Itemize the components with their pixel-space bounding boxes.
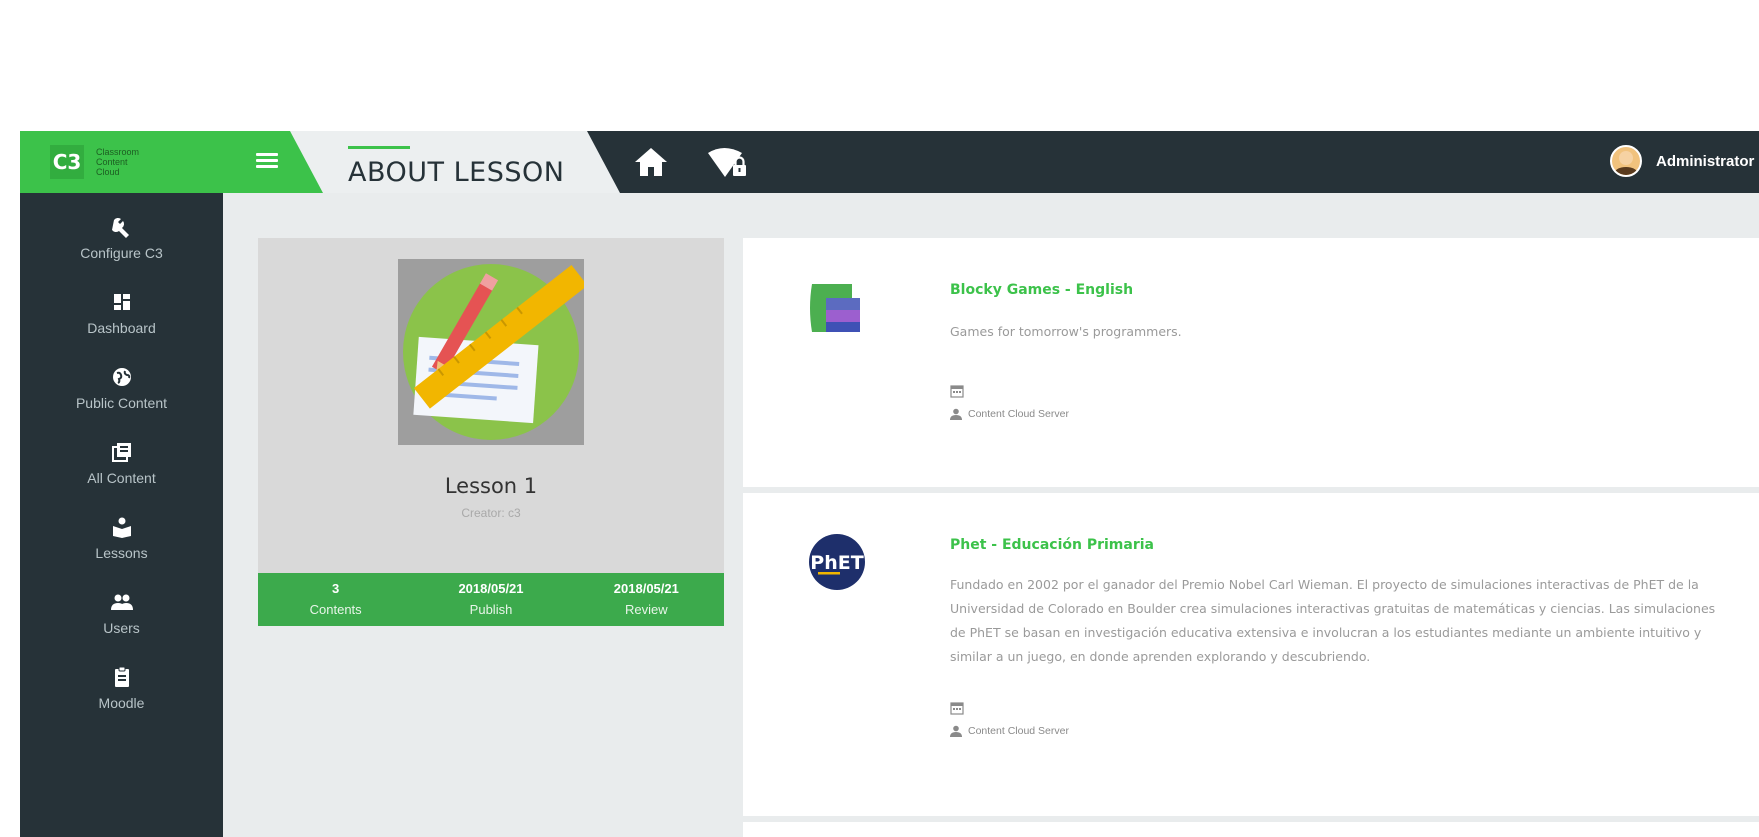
content-item[interactable] [743,822,1759,837]
content-description: Games for tomorrow's programmers. [950,324,1182,339]
stat-label: Review [625,602,668,617]
sidebar-item-public-content[interactable]: Public Content [20,365,223,411]
dashboard-icon [113,294,130,310]
content-description: Fundado en 2002 por el ganador del Premi… [950,577,1716,664]
page-title: ABOUT LESSON [348,157,565,188]
lesson-title: Lesson 1 [444,474,538,498]
wifi-lock-icon[interactable] [706,145,750,179]
stat-contents: 3 Contents [258,573,413,626]
stat-value: 2018/05/21 [458,581,524,596]
content-item[interactable]: PhET Phet - Educación Primaria Fundado e… [743,493,1759,816]
sidebar: Configure C3 Dashboard Public Content Al… [20,193,223,837]
wrench-icon [111,218,129,238]
content-title[interactable]: Blocky Games - English [950,282,1133,298]
home-icon[interactable] [634,147,668,177]
sidebar-item-configure[interactable]: Configure C3 [20,215,223,261]
sidebar-item-label: Dashboard [87,320,156,336]
sidebar-item-label: Configure C3 [80,245,163,261]
avatar [1610,145,1642,177]
content-author: Content Cloud Server [950,408,1069,420]
sidebar-item-dashboard[interactable]: Dashboard [20,290,223,336]
stat-publish: 2018/05/21 Publish [413,573,568,626]
stat-label: Publish [469,602,513,617]
brand-badge: C3 [50,145,84,179]
user-name: Administrator [1656,152,1755,170]
sidebar-item-users[interactable]: Users [20,590,223,636]
lesson-thumbnail [398,259,584,445]
calendar-icon [950,702,964,715]
lessons-icon [112,517,131,538]
stat-review: 2018/05/21 Review [569,573,724,626]
users-icon [110,594,133,610]
menu-toggle-icon[interactable] [256,150,278,172]
stat-value: 2018/05/21 [613,581,679,596]
user-menu[interactable]: Administrator [1610,145,1754,177]
calendar-icon [950,385,964,398]
library-icon [111,443,131,462]
clipboard-icon [114,666,129,687]
globe-icon [112,368,131,386]
sidebar-item-label: Users [103,620,140,636]
sidebar-item-label: All Content [87,470,156,486]
brand-logo[interactable]: C3 Classroom Content Cloud [20,131,223,193]
author-name: Content Cloud Server [968,725,1069,737]
user-icon [950,725,962,737]
blockly-games-icon[interactable] [808,280,866,338]
content-title[interactable]: Phet - Educación Primaria [950,537,1154,553]
app-window: C3 Classroom Content Cloud ABOUT LESSON … [20,131,1759,837]
lesson-illustration [398,259,584,445]
lesson-card: Lesson 1 Creator: c3 3 Contents 2018/05/… [258,238,724,626]
phet-icon[interactable]: PhET [808,533,866,591]
sidebar-item-label: Public Content [75,395,168,411]
stat-label: Contents [309,602,362,617]
top-bar: C3 Classroom Content Cloud ABOUT LESSON … [20,131,1759,193]
content-item[interactable]: Blocky Games - English Games for tomorro… [743,238,1759,487]
stat-value: 3 [332,581,340,596]
lesson-stats-bar: 3 Contents 2018/05/21 Publish 2018/05/21… [258,573,724,626]
user-icon [950,408,962,420]
content-author: Content Cloud Server [950,725,1069,737]
sidebar-item-label: Moodle [98,695,145,711]
svg-text:PhET: PhET [810,552,863,574]
title-underline [348,146,410,149]
sidebar-item-label: Lessons [95,545,148,561]
sidebar-item-all-content[interactable]: All Content [20,440,223,486]
lesson-creator: Creator: c3 [461,506,521,520]
sidebar-item-lessons[interactable]: Lessons [20,515,223,561]
author-name: Content Cloud Server [968,408,1069,420]
brand-name: Classroom Content Cloud [96,147,140,177]
sidebar-item-moodle[interactable]: Moodle [20,665,223,711]
